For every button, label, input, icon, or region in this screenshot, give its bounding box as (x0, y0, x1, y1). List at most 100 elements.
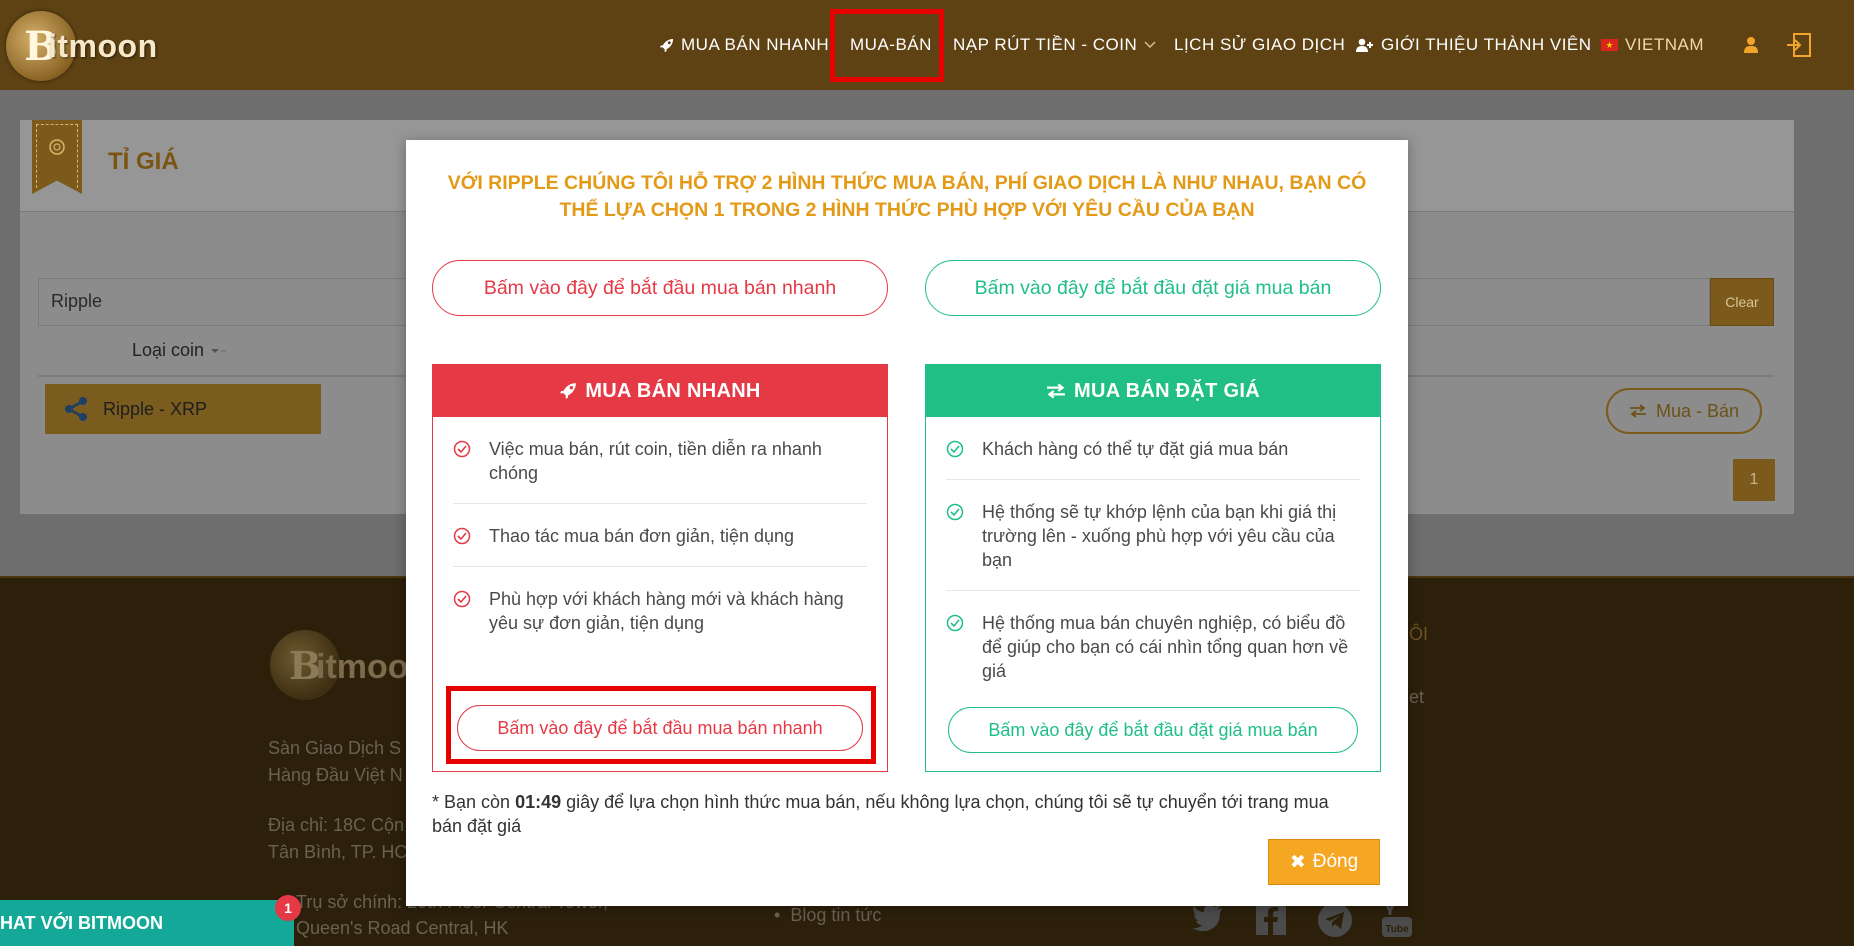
note-prefix: * Bạn còn (432, 792, 511, 812)
footer-heading-fragment: ÔI (1409, 624, 1429, 644)
nav-language-label: VIETNAM (1625, 35, 1705, 54)
quick-feature-item: Việc mua bán, rút coin, tiền diễn ra nha… (453, 437, 867, 485)
trade-button[interactable]: Mua - Bán (1606, 388, 1762, 434)
circle-check-icon (946, 500, 982, 572)
nav-referral[interactable]: GIỚI THIỆU THÀNH VIÊN (1356, 28, 1592, 62)
quick-trade-card-title: MUA BÁN NHANH (585, 379, 761, 402)
add-user-icon (1356, 38, 1373, 52)
top-quick-trade-button[interactable]: Bấm vào đây để bắt đầu mua bán nhanh (432, 260, 888, 316)
close-modal-button[interactable]: ✖ Đóng (1268, 839, 1380, 885)
feature-text: Phù hợp với khách hàng mới và khách hàng (489, 589, 844, 609)
footer-logo-text: itmoo (316, 648, 409, 686)
sort-icon (211, 349, 227, 353)
facebook-icon[interactable] (1256, 903, 1286, 935)
vietnam-flag-icon (1601, 39, 1618, 51)
user-account-button[interactable] (1743, 28, 1766, 62)
feature-text: chóng (489, 463, 539, 483)
nav-quick-trade[interactable]: MUA BÁN NHANH (659, 28, 829, 62)
nav-referral-label: GIỚI THIỆU THÀNH VIÊN (1381, 35, 1592, 54)
logout-button[interactable] (1786, 28, 1819, 62)
chat-unread-badge: 1 (275, 895, 301, 921)
circle-check-icon (453, 587, 489, 635)
exchange-arrows-icon (1629, 404, 1646, 418)
countdown-note: * Bạn còn 01:49 giây để lựa chọn hình th… (432, 790, 1382, 838)
feature-text: giá (982, 661, 1007, 681)
nav-history-label: LỊCH SỬ GIAO DỊCH (1174, 35, 1346, 54)
quick-feature-item: Phù hợp với khách hàng mới và khách hàng… (453, 587, 867, 635)
sign-out-icon (1787, 33, 1811, 57)
youtube-icon[interactable]: Tube (1382, 903, 1412, 937)
note-suffix: giây để lựa chọn hình thức mua bán, nếu … (566, 792, 1329, 812)
clear-search-button[interactable]: Clear (1710, 278, 1774, 326)
coin-row-ripple[interactable]: Ripple - XRP (45, 384, 321, 434)
note-line-2: bán đặt giá (432, 816, 522, 836)
column-header-coin-type[interactable]: Loại coin (132, 340, 227, 361)
nav-history[interactable]: LỊCH SỬ GIAO DỊCH (1174, 28, 1345, 62)
bitmoon-logo[interactable]: B itmoon (6, 8, 166, 84)
nav-deposit-withdraw[interactable]: NẠP RÚT TIỀN - COIN (953, 28, 1157, 62)
panel-title: TỈ GIÁ (108, 148, 179, 175)
user-icon (1744, 37, 1758, 53)
telegram-icon[interactable] (1318, 903, 1352, 937)
feature-divider (453, 566, 867, 567)
feature-text: bạn (982, 550, 1013, 570)
limit-trade-card-title: MUA BÁN ĐẶT GIÁ (1074, 379, 1260, 402)
footer-address-2: Tân Bình, TP. HC (268, 842, 408, 862)
feature-divider (946, 590, 1360, 591)
trade-button-label: Mua - Bán (1655, 400, 1740, 421)
feature-text: Việc mua bán, rút coin, tiền diễn ra nha… (489, 439, 822, 459)
modal-heading: VỚI RIPPLE CHÚNG TÔI HỖ TRỢ 2 HÌNH THỨC … (428, 170, 1386, 224)
circle-check-icon (946, 611, 982, 683)
ripple-xrp-icon (65, 397, 87, 421)
chevron-down-icon (1144, 41, 1156, 49)
feature-text: Thao tác mua bán đơn giản, tiện dụng (489, 526, 795, 546)
exchange-arrows-icon (1047, 383, 1065, 399)
feature-text: Hệ thống mua bán chuyên nghiệp, có biểu … (982, 613, 1346, 633)
logo-text: itmoon (48, 27, 158, 64)
footer-link-blog[interactable]: • Blog tin tức (774, 902, 881, 929)
feature-text: để giúp cho bạn có cái nhìn tổng quan hơ… (982, 637, 1349, 657)
column-header-label: Loại coin (132, 340, 205, 360)
quick-feature-item: Thao tác mua bán đơn giản, tiện dụng (453, 524, 867, 551)
footer-link-fragment[interactable]: et (1409, 684, 1424, 711)
close-icon: ✖ (1289, 851, 1306, 873)
feature-text: Khách hàng có thể tự đặt giá mua bán (982, 439, 1289, 459)
limit-feature-item: Hệ thống sẽ tự khớp lệnh của bạn khi giá… (946, 500, 1360, 572)
circle-check-icon (453, 524, 489, 551)
modal-heading-line-1: VỚI RIPPLE CHÚNG TÔI HỖ TRỢ 2 HÌNH THỨC … (447, 172, 1367, 194)
close-modal-label: Đóng (1312, 851, 1359, 872)
countdown-timer: 01:49 (515, 792, 562, 812)
footer-link-blog-label: Blog tin tức (790, 905, 882, 925)
limit-feature-item: Hệ thống mua bán chuyên nghiệp, có biểu … (946, 611, 1360, 683)
feature-text: Hệ thống sẽ tự khớp lệnh của bạn khi giá… (982, 502, 1337, 522)
feature-divider (453, 503, 867, 504)
feature-text: yêu sự đơn giản, tiện dụng (489, 613, 704, 633)
coin-row-label: Ripple - XRP (103, 398, 208, 419)
quick-trade-button-highlight-box (446, 686, 876, 764)
svg-text:Tube: Tube (1385, 924, 1409, 935)
limit-trade-card: MUA BÁN ĐẶT GIÁ Khách hàng có thể tự đặt… (925, 364, 1381, 772)
limit-feature-item: Khách hàng có thể tự đặt giá mua bán (946, 437, 1360, 464)
quick-trade-card-header: MUA BÁN NHANH (433, 365, 887, 417)
rocket-icon (659, 38, 674, 52)
chat-label: HAT VỚI BITMOON (0, 912, 164, 933)
twitter-icon[interactable] (1192, 903, 1224, 933)
circle-check-icon (946, 437, 982, 464)
feature-text: trường lên - xuống phù hợp với yêu cầu c… (982, 526, 1335, 546)
nav-language[interactable]: VIETNAM (1601, 28, 1704, 62)
top-limit-trade-button[interactable]: Bấm vào đây để bắt đầu đặt giá mua bán (925, 260, 1381, 316)
nav-deposit-withdraw-label: NẠP RÚT TIỀN - COIN (953, 35, 1138, 54)
modal-heading-line-2: THỂ LỰA CHỌN 1 TRONG 2 HÌNH THỨC PHÙ HỢP… (559, 199, 1255, 221)
feature-divider (946, 479, 1360, 480)
circle-check-icon (453, 437, 489, 485)
rocket-icon (560, 383, 577, 399)
footer-text-1: Sàn Giao Dịch S (268, 738, 402, 758)
limit-trade-start-button[interactable]: Bấm vào đây để bắt đầu đặt giá mua bán (948, 707, 1358, 753)
pagination-page[interactable]: 1 (1733, 459, 1775, 501)
footer-hq-2: Queen's Road Central, HK (296, 918, 509, 938)
limit-trade-card-header: MUA BÁN ĐẶT GIÁ (926, 365, 1380, 417)
trade-type-modal: VỚI RIPPLE CHÚNG TÔI HỖ TRỢ 2 HÌNH THỨC … (406, 140, 1408, 906)
chat-widget-button[interactable]: HAT VỚI BITMOON (0, 900, 294, 946)
nav-quick-trade-label: MUA BÁN NHANH (681, 35, 830, 54)
footer-address-1: Địa chỉ: 18C Cộn (268, 815, 405, 835)
